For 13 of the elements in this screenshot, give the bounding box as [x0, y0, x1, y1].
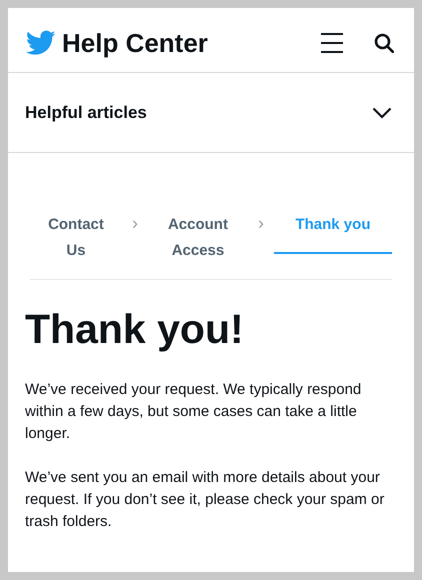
menu-icon[interactable]	[321, 33, 343, 53]
breadcrumb-step[interactable]: Contact Us	[30, 200, 122, 280]
section-dropdown[interactable]: Helpful articles	[8, 73, 414, 153]
breadcrumb-step[interactable]: Account Access	[148, 200, 248, 280]
separator-icon: ›	[132, 210, 138, 237]
search-icon[interactable]	[374, 33, 394, 53]
chevron-down-icon	[372, 106, 392, 118]
separator-icon: ›	[258, 210, 264, 237]
page-heading: Thank you!	[24, 305, 245, 354]
site-title: Help Center	[62, 26, 208, 60]
body-paragraph: We’ve sent you an email with more details about your request. If you don’t see it, please check your spam or trash folders.	[25, 468, 386, 532]
bird-logo-icon	[26, 30, 56, 56]
body-paragraph: We’ve received your request. We typically respond within a few days, but some cases can take a little longer.	[25, 380, 362, 444]
